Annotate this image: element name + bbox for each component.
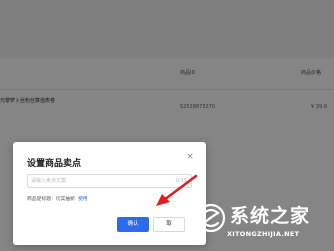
watermark-logo-icon xyxy=(196,203,226,233)
hint-label: 商品促标题：切实抽新 xyxy=(27,197,75,202)
dialog-title: 设置商品卖点 xyxy=(27,159,82,169)
use-link[interactable]: 使用 xyxy=(78,197,88,202)
confirm-button[interactable]: 确认 xyxy=(117,217,149,232)
watermark: 系统之家 XITONGZHIJIA.NET xyxy=(190,197,334,251)
close-icon[interactable]: × xyxy=(184,151,196,163)
watermark-url: XITONGZHIJIA.NET xyxy=(227,230,300,238)
hint-text: 商品促标题：切实抽新 使用 xyxy=(27,195,88,202)
cancel-button[interactable]: 取 xyxy=(153,217,185,232)
watermark-title: 系统之家 xyxy=(230,205,311,227)
selling-point-input[interactable] xyxy=(31,175,166,187)
